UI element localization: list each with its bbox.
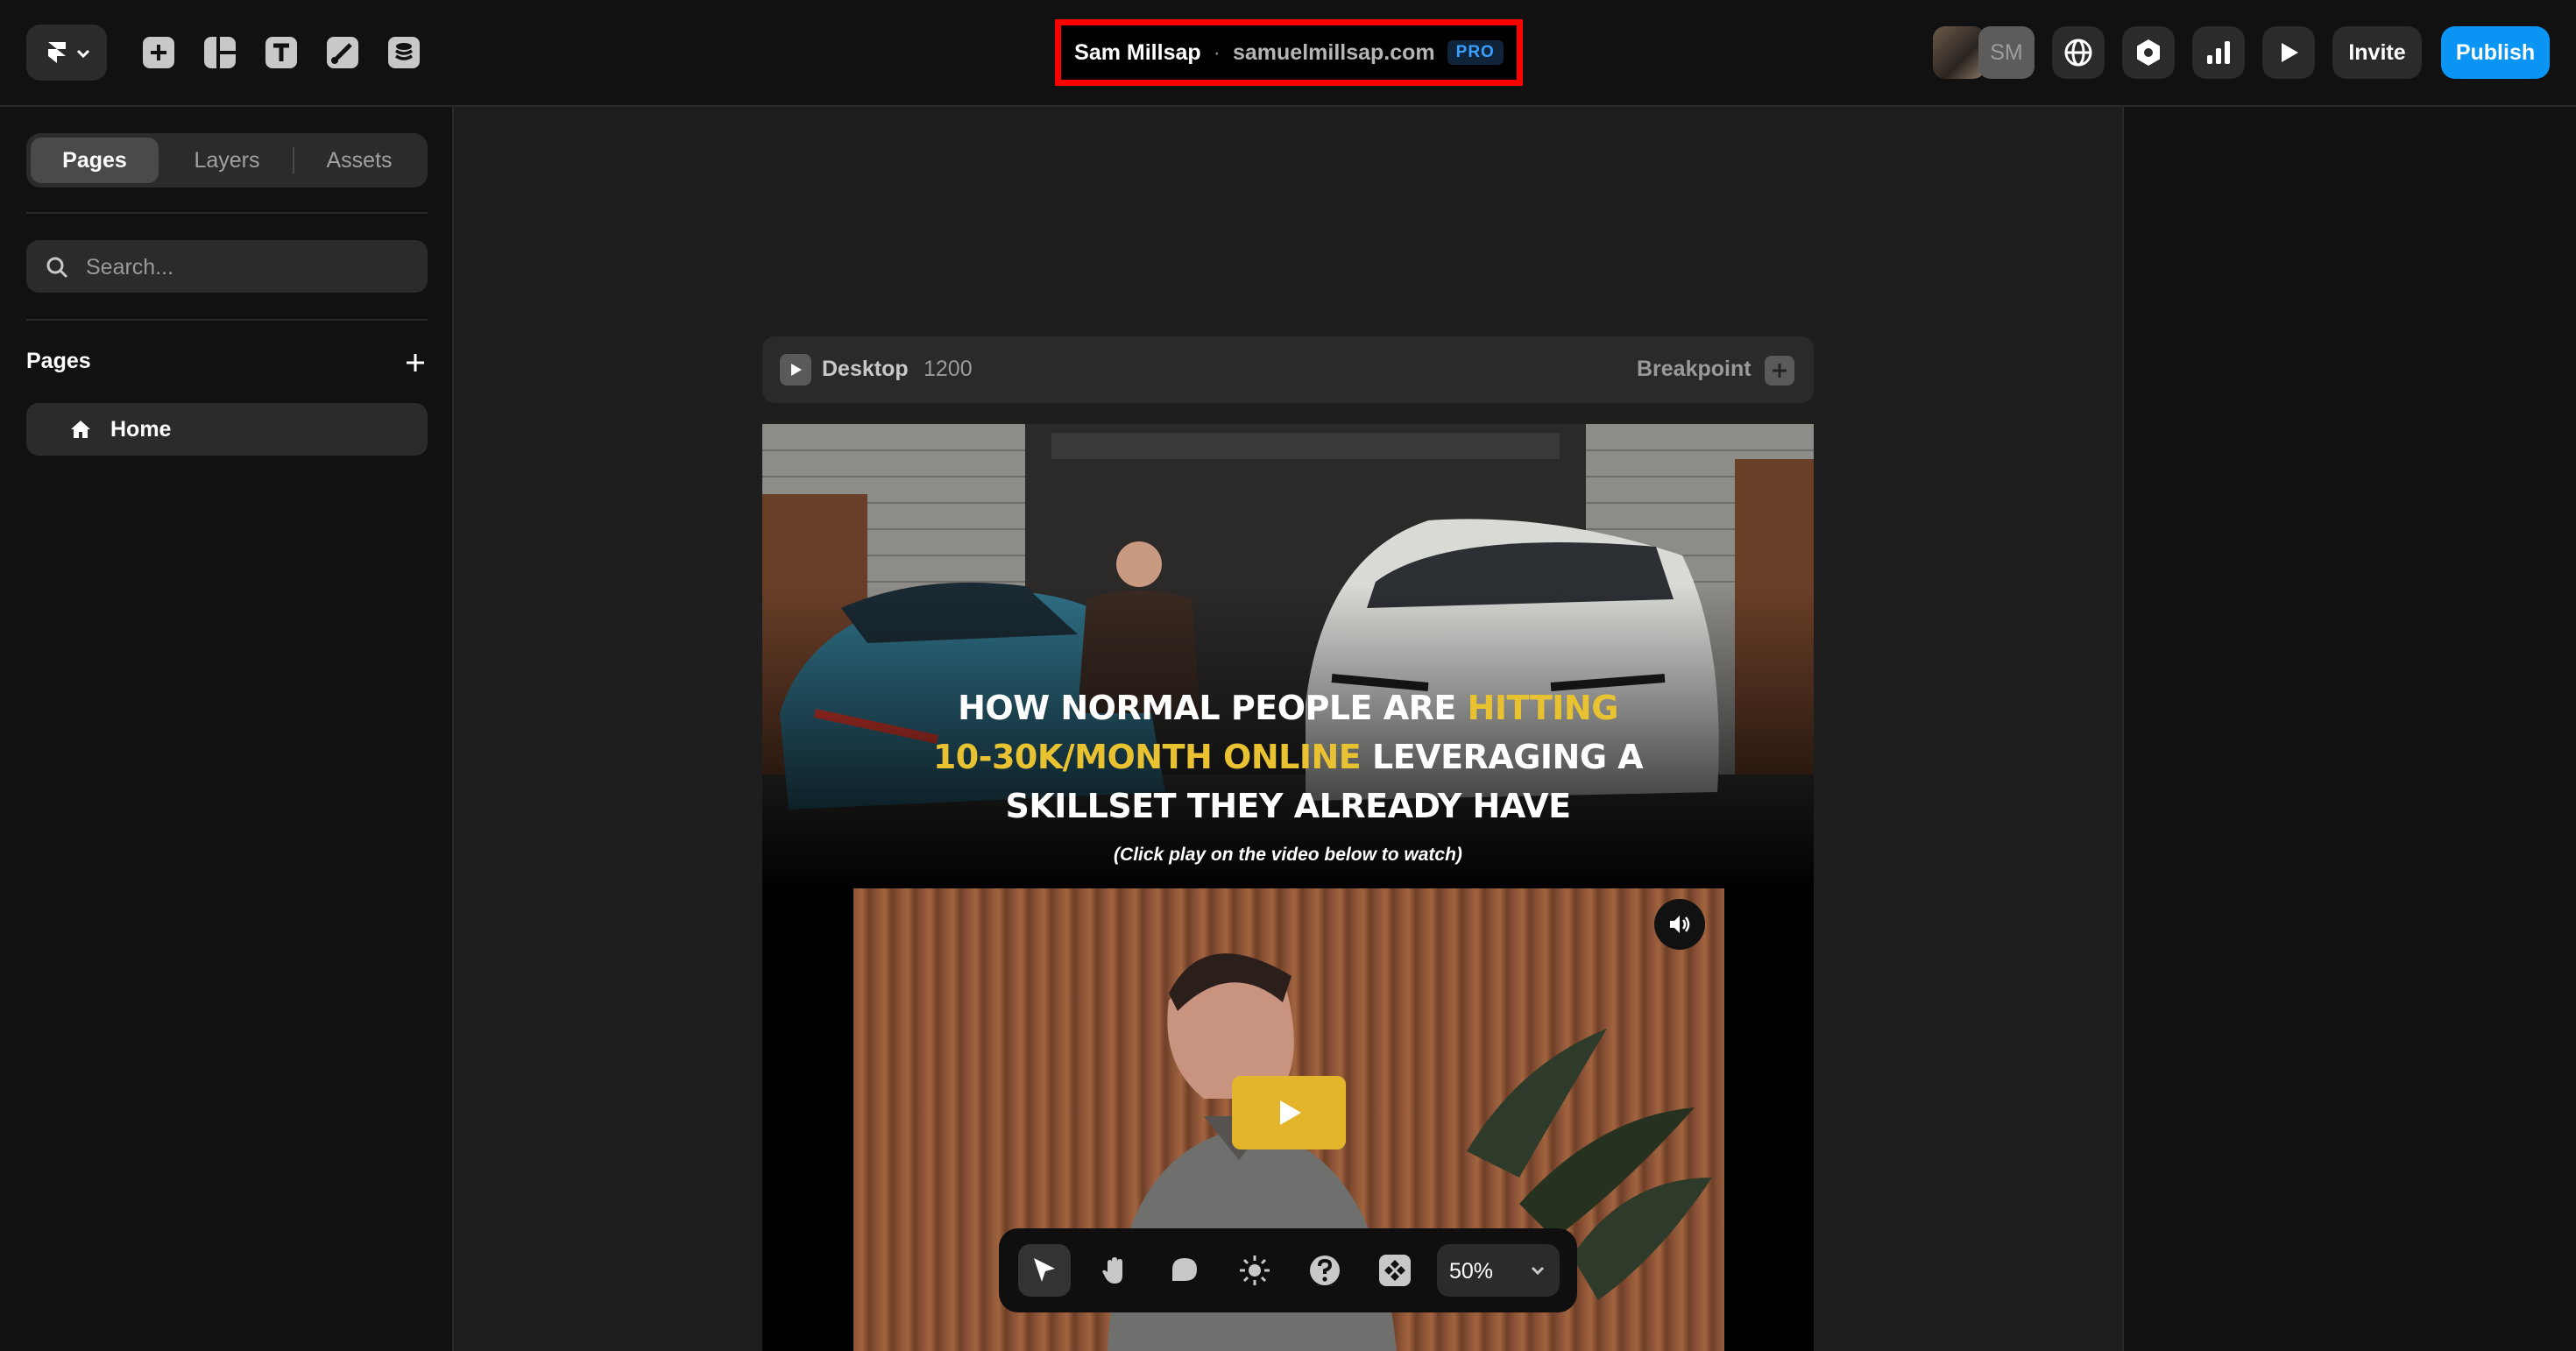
tab-pages[interactable]: Pages <box>31 138 159 183</box>
preview-button[interactable] <box>2262 26 2315 79</box>
headline-part-2: LEVERAGING A <box>1361 738 1644 776</box>
video-play-button[interactable] <box>1232 1076 1346 1149</box>
left-sidebar: Pages Layers Assets Pages Home <box>0 107 454 1351</box>
preview-breakpoint-button[interactable] <box>780 354 811 385</box>
tab-layers[interactable]: Layers <box>163 138 291 183</box>
plus-icon <box>407 354 424 371</box>
pages-section-title: Pages <box>26 349 91 373</box>
sidebar-tabs: Pages Layers Assets <box>26 133 428 187</box>
headline-part-3: SKILLSET THEY ALREADY HAVE <box>1005 787 1571 825</box>
search-icon <box>46 257 68 279</box>
select-tool[interactable] <box>1018 1244 1071 1297</box>
project-title-pill[interactable]: Sam Millsap · samuelmillsap.com PRO <box>1055 19 1523 86</box>
search-input[interactable] <box>84 240 421 294</box>
add-page-button[interactable] <box>400 347 431 378</box>
canvas-toolbar: 50% <box>999 1228 1577 1312</box>
top-bar: Sam Millsap · samuelmillsap.com PRO SM I… <box>0 0 2576 107</box>
headline-highlight-2: 10-30K/MONTH ONLINE <box>932 738 1362 776</box>
zoom-value: 50% <box>1449 1259 1494 1284</box>
text-icon[interactable] <box>261 32 301 73</box>
title-separator: · <box>1213 39 1221 65</box>
chevron-down-icon <box>1531 1266 1545 1276</box>
pro-badge: PRO <box>1447 40 1504 65</box>
help-button[interactable] <box>1299 1244 1351 1297</box>
project-owner: Sam Millsap <box>1074 39 1201 65</box>
hero-subnote: (Click play on the video below to watch) <box>1114 845 1462 865</box>
page-item-label: Home <box>110 417 172 442</box>
layout-icon[interactable] <box>200 32 240 73</box>
breakpoint-header[interactable]: Desktop 1200 Breakpoint <box>762 336 1814 403</box>
play-icon <box>791 364 802 376</box>
sidebar-divider <box>26 212 428 214</box>
analytics-button[interactable] <box>2192 26 2245 79</box>
avatar-initials: SM <box>1978 26 2035 79</box>
zoom-select[interactable]: 50% <box>1437 1244 1560 1297</box>
mute-toggle[interactable] <box>1654 899 1705 950</box>
globe-icon <box>2064 39 2092 67</box>
help-icon <box>1310 1256 1340 1285</box>
add-breakpoint-button[interactable] <box>1765 356 1794 385</box>
breakpoint-width: 1200 <box>924 357 973 381</box>
hand-tool[interactable] <box>1088 1244 1141 1297</box>
collaborator-avatars[interactable]: SM <box>1933 26 2035 79</box>
sun-icon <box>1240 1256 1270 1285</box>
project-domain: samuelmillsap.com <box>1232 39 1435 65</box>
play-icon <box>1280 1100 1301 1125</box>
comment-icon <box>1172 1258 1197 1281</box>
add-breakpoint-label: Breakpoint <box>1637 357 1752 381</box>
vector-pen-icon[interactable] <box>322 32 363 73</box>
components-icon <box>1379 1255 1411 1286</box>
cms-database-icon[interactable] <box>384 32 424 73</box>
desktop-frame[interactable]: HOW NORMAL PEOPLE ARE HITTING 10-30K/MON… <box>762 424 1814 1351</box>
sidebar-divider-2 <box>26 319 428 321</box>
plus-icon <box>1773 364 1787 378</box>
bar-chart-icon <box>2207 41 2230 64</box>
theme-toggle[interactable] <box>1228 1244 1281 1297</box>
avatar-initials-text: SM <box>1990 39 2023 65</box>
headline-part-1: HOW NORMAL PEOPLE ARE <box>958 689 1468 727</box>
play-icon <box>2282 43 2298 62</box>
avatar-photo <box>1933 26 1985 79</box>
app-menu-button[interactable] <box>26 25 107 81</box>
hand-icon <box>1102 1257 1122 1284</box>
pages-search[interactable] <box>26 240 428 294</box>
publish-button[interactable]: Publish <box>2441 26 2550 79</box>
plugins-button[interactable] <box>2122 26 2175 79</box>
invite-button[interactable]: Invite <box>2332 26 2422 79</box>
tab-assets-label: Assets <box>326 147 393 173</box>
site-settings-button[interactable] <box>2052 26 2105 79</box>
page-item-home[interactable]: Home <box>26 403 428 456</box>
hero-headline: HOW NORMAL PEOPLE ARE HITTING 10-30K/MON… <box>850 683 1726 831</box>
right-properties-panel <box>2122 107 2576 1351</box>
speaker-icon <box>1670 916 1690 933</box>
publish-label: Publish <box>2455 39 2536 65</box>
tab-pages-label: Pages <box>62 147 127 173</box>
home-icon <box>71 421 90 438</box>
components-button[interactable] <box>1369 1244 1421 1297</box>
tab-assets[interactable]: Assets <box>295 138 423 183</box>
breakpoint-device: Desktop <box>822 357 909 381</box>
tab-divider <box>293 147 294 173</box>
tab-layers-label: Layers <box>194 147 260 173</box>
cursor-arrow-icon <box>1034 1258 1055 1282</box>
plugin-icon <box>2137 39 2160 66</box>
insert-icon[interactable] <box>138 32 179 73</box>
invite-label: Invite <box>2348 39 2406 65</box>
hero-section[interactable]: HOW NORMAL PEOPLE ARE HITTING 10-30K/MON… <box>762 424 1814 883</box>
comment-tool[interactable] <box>1158 1244 1211 1297</box>
headline-highlight-1: HITTING <box>1467 689 1619 727</box>
